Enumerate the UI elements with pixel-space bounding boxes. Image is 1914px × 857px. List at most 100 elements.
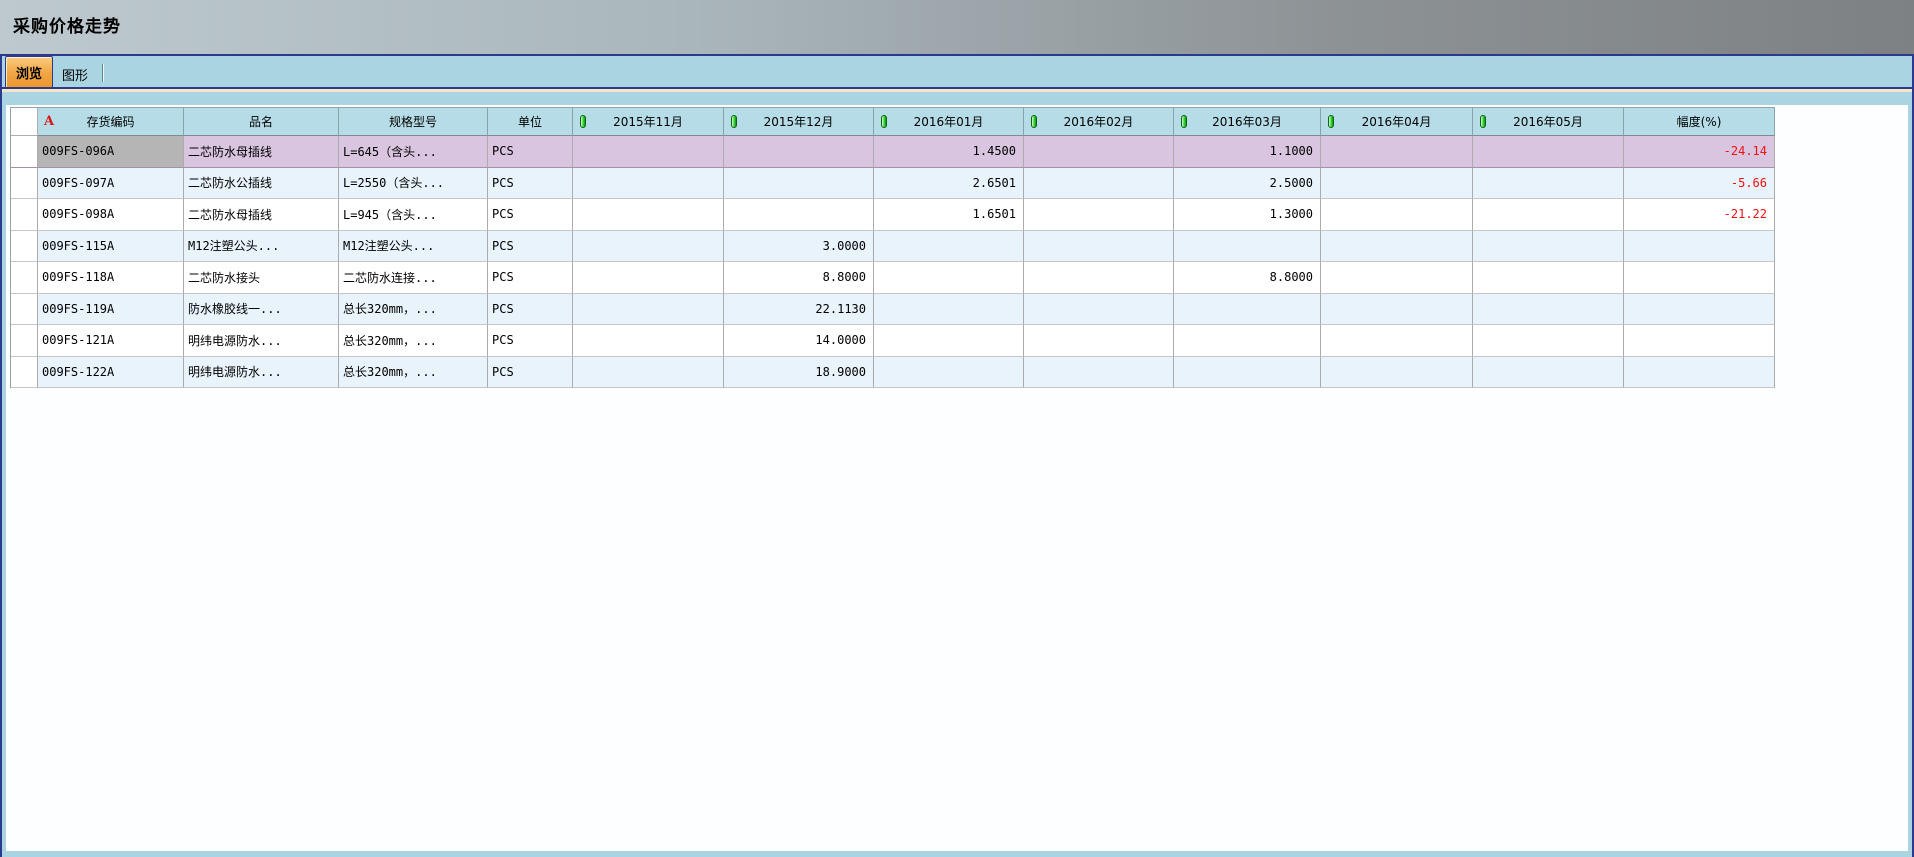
cell-unit[interactable]: PCS bbox=[488, 136, 573, 168]
column-header-m201604[interactable]: 2016年04月 bbox=[1321, 108, 1473, 136]
row-selector-cell[interactable] bbox=[11, 325, 38, 357]
column-header-m201603[interactable]: 2016年03月 bbox=[1174, 108, 1321, 136]
cell-m201602[interactable] bbox=[1024, 168, 1174, 200]
cell-code[interactable]: 009FS-118A bbox=[38, 262, 184, 294]
cell-m201511[interactable] bbox=[573, 231, 724, 263]
cell-unit[interactable]: PCS bbox=[488, 199, 573, 231]
cell-range[interactable] bbox=[1624, 262, 1775, 294]
cell-spec[interactable]: M12注塑公头... bbox=[339, 231, 488, 263]
table-row[interactable]: 009FS-115AM12注塑公头...M12注塑公头...PCS3.0000 bbox=[11, 231, 1775, 263]
cell-m201605[interactable] bbox=[1473, 294, 1624, 326]
cell-code[interactable]: 009FS-098A bbox=[38, 199, 184, 231]
cell-m201603[interactable]: 1.3000 bbox=[1174, 199, 1321, 231]
cell-m201511[interactable] bbox=[573, 136, 724, 168]
cell-m201605[interactable] bbox=[1473, 262, 1624, 294]
cell-unit[interactable]: PCS bbox=[488, 357, 573, 389]
cell-m201605[interactable] bbox=[1473, 231, 1624, 263]
cell-name[interactable]: 明纬电源防水... bbox=[184, 357, 339, 389]
table-row[interactable]: 009FS-122A明纬电源防水...总长320mm，...PCS 18.9000 bbox=[11, 357, 1775, 389]
column-header-m201512[interactable]: 2015年12月 bbox=[724, 108, 874, 136]
cell-m201604[interactable] bbox=[1321, 168, 1473, 200]
cell-m201601[interactable] bbox=[874, 262, 1024, 294]
cell-m201512[interactable] bbox=[724, 136, 874, 168]
row-selector-cell[interactable] bbox=[11, 168, 38, 200]
cell-spec[interactable]: L=2550（含头... bbox=[339, 168, 488, 200]
cell-m201511[interactable] bbox=[573, 357, 724, 389]
cell-m201604[interactable] bbox=[1321, 294, 1473, 326]
cell-m201512[interactable] bbox=[724, 168, 874, 200]
cell-m201604[interactable] bbox=[1321, 136, 1473, 168]
cell-m201604[interactable] bbox=[1321, 199, 1473, 231]
cell-m201512[interactable] bbox=[724, 199, 874, 231]
cell-unit[interactable]: PCS bbox=[488, 231, 573, 263]
cell-m201512[interactable]: 3.0000 bbox=[724, 231, 874, 263]
cell-m201511[interactable] bbox=[573, 262, 724, 294]
cell-name[interactable]: 二芯防水接头 bbox=[184, 262, 339, 294]
cell-m201603[interactable] bbox=[1174, 294, 1321, 326]
table-row[interactable]: 009FS-118A二芯防水接头二芯防水连接...PCS8.80008.8000 bbox=[11, 262, 1775, 294]
row-selector-cell[interactable] bbox=[11, 357, 38, 389]
table-row[interactable]: 009FS-096A二芯防水母插线L=645（含头...PCS1.45001.1… bbox=[11, 136, 1775, 168]
cell-m201602[interactable] bbox=[1024, 136, 1174, 168]
cell-m201603[interactable] bbox=[1174, 357, 1321, 389]
cell-m201603[interactable]: 2.5000 bbox=[1174, 168, 1321, 200]
cell-m201511[interactable] bbox=[573, 168, 724, 200]
cell-m201512[interactable]: 8.8000 bbox=[724, 262, 874, 294]
cell-range[interactable] bbox=[1624, 294, 1775, 326]
cell-code[interactable]: 009FS-115A bbox=[38, 231, 184, 263]
cell-name[interactable]: 二芯防水母插线 bbox=[184, 199, 339, 231]
cell-m201605[interactable] bbox=[1473, 357, 1624, 389]
cell-m201601[interactable] bbox=[874, 294, 1024, 326]
cell-unit[interactable]: PCS bbox=[488, 168, 573, 200]
column-header-m201601[interactable]: 2016年01月 bbox=[874, 108, 1024, 136]
cell-code[interactable]: 009FS-119A bbox=[38, 294, 184, 326]
cell-m201601[interactable] bbox=[874, 357, 1024, 389]
row-selector-cell[interactable] bbox=[11, 199, 38, 231]
cell-spec[interactable]: 总长320mm，... bbox=[339, 294, 488, 326]
cell-m201512[interactable]: 18.9000 bbox=[724, 357, 874, 389]
cell-name[interactable]: M12注塑公头... bbox=[184, 231, 339, 263]
cell-m201605[interactable] bbox=[1473, 136, 1624, 168]
cell-range[interactable]: -24.14 bbox=[1624, 136, 1775, 168]
cell-range[interactable]: -5.66 bbox=[1624, 168, 1775, 200]
cell-m201511[interactable] bbox=[573, 325, 724, 357]
cell-code[interactable]: 009FS-097A bbox=[38, 168, 184, 200]
cell-m201601[interactable]: 2.6501 bbox=[874, 168, 1024, 200]
column-header-unit[interactable]: 单位 bbox=[488, 108, 573, 136]
tab-graph[interactable]: 图形 bbox=[53, 61, 97, 87]
cell-code[interactable]: 009FS-122A bbox=[38, 357, 184, 389]
cell-code[interactable]: 009FS-121A bbox=[38, 325, 184, 357]
cell-m201601[interactable] bbox=[874, 325, 1024, 357]
column-header-spec[interactable]: 规格型号 bbox=[339, 108, 488, 136]
cell-range[interactable] bbox=[1624, 357, 1775, 389]
cell-m201605[interactable] bbox=[1473, 199, 1624, 231]
cell-m201605[interactable] bbox=[1473, 168, 1624, 200]
cell-m201602[interactable] bbox=[1024, 357, 1174, 389]
cell-m201603[interactable] bbox=[1174, 325, 1321, 357]
cell-name[interactable]: 二芯防水公插线 bbox=[184, 168, 339, 200]
cell-spec[interactable]: L=945（含头... bbox=[339, 199, 488, 231]
cell-spec[interactable]: 总长320mm，... bbox=[339, 325, 488, 357]
table-row[interactable]: 009FS-119A防水橡胶线一...总长320mm，...PCS22.1130 bbox=[11, 294, 1775, 326]
cell-m201512[interactable]: 22.1130 bbox=[724, 294, 874, 326]
cell-spec[interactable]: 总长320mm，... bbox=[339, 357, 488, 389]
table-row[interactable]: 009FS-098A二芯防水母插线L=945（含头...PCS1.65011.3… bbox=[11, 199, 1775, 231]
cell-range[interactable] bbox=[1624, 231, 1775, 263]
cell-m201602[interactable] bbox=[1024, 294, 1174, 326]
cell-range[interactable] bbox=[1624, 325, 1775, 357]
cell-name[interactable]: 防水橡胶线一... bbox=[184, 294, 339, 326]
cell-m201604[interactable] bbox=[1321, 262, 1473, 294]
cell-spec[interactable]: L=645（含头... bbox=[339, 136, 488, 168]
cell-code[interactable]: 009FS-096A bbox=[38, 136, 184, 168]
column-header-m201602[interactable]: 2016年02月 bbox=[1024, 108, 1174, 136]
cell-spec[interactable]: 二芯防水连接... bbox=[339, 262, 488, 294]
cell-m201605[interactable] bbox=[1473, 325, 1624, 357]
cell-m201604[interactable] bbox=[1321, 231, 1473, 263]
column-header-m201605[interactable]: 2016年05月 bbox=[1473, 108, 1624, 136]
tab-browse[interactable]: 浏览 bbox=[5, 56, 53, 87]
cell-m201603[interactable]: 1.1000 bbox=[1174, 136, 1321, 168]
cell-m201511[interactable] bbox=[573, 199, 724, 231]
row-selector-cell[interactable] bbox=[11, 136, 38, 168]
cell-m201603[interactable]: 8.8000 bbox=[1174, 262, 1321, 294]
cell-m201601[interactable]: 1.4500 bbox=[874, 136, 1024, 168]
